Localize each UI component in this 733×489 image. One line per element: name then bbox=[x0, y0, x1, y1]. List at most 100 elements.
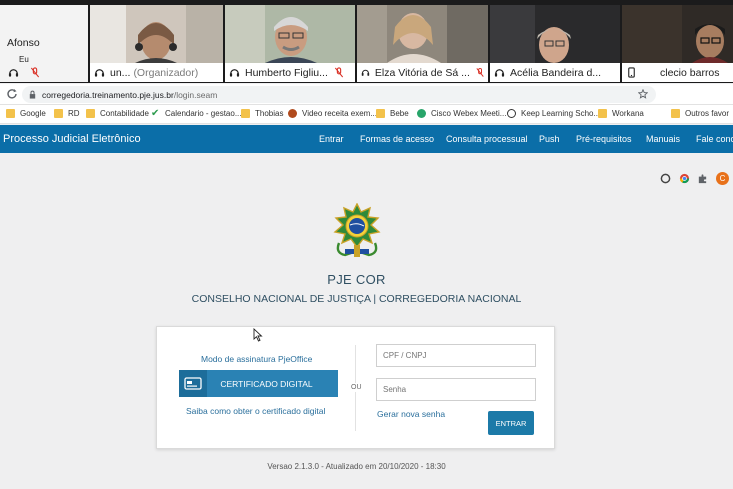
nav-pre-requisitos[interactable]: Pré-requisitos bbox=[576, 134, 632, 144]
digital-certificate-button[interactable]: CERTIFICADO DIGITAL bbox=[179, 370, 338, 397]
nav-fale-conosco[interactable]: Fale conos bbox=[696, 134, 733, 144]
bookmark-item[interactable]: Keep Learning Scho... bbox=[507, 109, 600, 118]
bookmark-label: Outros favor bbox=[685, 109, 730, 118]
bookmark-label: Video receita exem... bbox=[302, 109, 378, 118]
headset-icon bbox=[8, 69, 19, 77]
bookmarks-bar: Google RD Contabilidade ✔ Calendario - ge… bbox=[0, 105, 733, 124]
bookmark-item[interactable]: ✔ Calendario - gestao... bbox=[151, 108, 242, 119]
url-host: corregedoria.treinamento.pje.jus.br bbox=[42, 89, 174, 100]
bookmark-item[interactable]: Google bbox=[6, 109, 46, 118]
participant-tile-organizer[interactable]: un... (Organizador) bbox=[90, 5, 223, 82]
participant-namebar: Elza Vitória de Sá ... bbox=[357, 63, 488, 82]
login-button[interactable]: ENTRAR bbox=[488, 411, 534, 435]
url-path: /login.seam bbox=[173, 89, 218, 100]
headset-icon bbox=[229, 69, 240, 77]
reset-password-link[interactable]: Gerar nova senha bbox=[377, 409, 445, 419]
bookmark-item[interactable]: Video receita exem... bbox=[288, 109, 377, 118]
folder-icon bbox=[241, 109, 250, 118]
video-participants-strip: Afonso Eu un... (Organizador) Humberto F… bbox=[0, 0, 733, 83]
bookmark-item[interactable]: RD bbox=[54, 109, 80, 118]
version-info: Versao 2.1.3.0 - Atualizado em 20/10/202… bbox=[267, 462, 446, 471]
bookmark-label: Calendario - gestao... bbox=[165, 109, 242, 118]
participant-tile[interactable]: Acélia Bandeira d... bbox=[490, 5, 620, 82]
folder-icon bbox=[671, 109, 680, 118]
participant-name: clecio barros bbox=[660, 66, 720, 79]
certificate-help-link[interactable]: Saiba como obter o certificado digital bbox=[186, 406, 325, 416]
site-navbar: Processo Judicial Eletrônico Entrar Form… bbox=[0, 125, 733, 153]
nav-formas-de-acesso[interactable]: Formas de acesso bbox=[360, 134, 434, 144]
globe-icon bbox=[507, 109, 516, 118]
bookmark-label: Contabilidade bbox=[100, 109, 149, 118]
pjeoffice-link[interactable]: Modo de assinatura PjeOffice bbox=[201, 354, 312, 364]
reload-icon[interactable] bbox=[5, 87, 19, 101]
participant-video bbox=[357, 5, 488, 63]
bookmark-item[interactable]: Thobias bbox=[241, 109, 283, 118]
address-bar: corregedoria.treinamento.pje.jus.br/logi… bbox=[0, 84, 733, 185]
bookmark-star-icon[interactable] bbox=[638, 89, 648, 99]
self-label: Eu bbox=[19, 55, 29, 64]
page-subtitle: CONSELHO NACIONAL DE JUSTIÇA | CORREGEDO… bbox=[191, 293, 522, 305]
bookmark-label: Bebe bbox=[390, 109, 409, 118]
participant-tile[interactable]: Elza Vitória de Sá ... bbox=[357, 5, 488, 82]
cpf-cnpj-input[interactable] bbox=[376, 344, 536, 367]
headset-icon bbox=[94, 69, 105, 77]
webex-icon bbox=[417, 109, 426, 118]
bookmark-item[interactable]: Workana bbox=[598, 109, 644, 118]
card-icon bbox=[179, 370, 207, 397]
bookmark-label: Thobias bbox=[255, 109, 284, 118]
participant-namebar: un... (Organizador) bbox=[90, 63, 223, 82]
chrome-extension-icon[interactable] bbox=[679, 173, 690, 184]
participant-role: (Organizador) bbox=[133, 66, 199, 79]
digital-certificate-label: CERTIFICADO DIGITAL bbox=[220, 378, 313, 389]
url-field[interactable]: corregedoria.treinamento.pje.jus.br/logi… bbox=[22, 86, 656, 103]
video-site-icon bbox=[288, 109, 297, 118]
self-tile[interactable]: Afonso Eu bbox=[0, 5, 88, 82]
bookmark-item[interactable]: Contabilidade bbox=[86, 109, 149, 118]
participant-video bbox=[225, 5, 355, 63]
bookmark-label: Cisco Webex Meeti... bbox=[431, 109, 507, 118]
mouse-cursor-icon bbox=[253, 328, 263, 342]
participant-name: Humberto Figliu... bbox=[245, 66, 328, 79]
participant-namebar: Humberto Figliu... bbox=[225, 63, 355, 82]
participant-video bbox=[90, 5, 223, 63]
bookmark-item[interactable]: Outros favor bbox=[671, 109, 729, 118]
bookmark-label: Keep Learning Scho... bbox=[521, 109, 601, 118]
brazil-coat-of-arms-emblem bbox=[333, 203, 381, 257]
site-brand[interactable]: Processo Judicial Eletrônico bbox=[3, 133, 141, 145]
participant-name: Acélia Bandeira d... bbox=[510, 66, 602, 79]
lock-icon[interactable] bbox=[28, 90, 37, 99]
folder-icon bbox=[598, 109, 607, 118]
check-icon: ✔ bbox=[151, 108, 160, 119]
participant-name: Elza Vitória de Sá ... bbox=[374, 66, 470, 79]
extension-icon[interactable] bbox=[660, 173, 671, 184]
puzzle-icon[interactable] bbox=[697, 173, 708, 184]
profile-avatar[interactable]: C bbox=[716, 172, 729, 185]
bookmark-label: Workana bbox=[612, 109, 644, 118]
nav-consulta-processual[interactable]: Consulta processual bbox=[446, 134, 528, 144]
folder-icon bbox=[54, 109, 63, 118]
mic-muted-icon[interactable] bbox=[30, 67, 40, 78]
nav-push[interactable]: Push bbox=[539, 134, 560, 144]
folder-icon bbox=[6, 109, 15, 118]
participant-tile[interactable]: clecio barros bbox=[622, 5, 733, 82]
bookmark-label: Google bbox=[20, 109, 46, 118]
bookmark-item[interactable]: Bebe bbox=[376, 109, 409, 118]
password-input[interactable] bbox=[376, 378, 536, 401]
folder-icon bbox=[376, 109, 385, 118]
headset-icon bbox=[361, 69, 370, 76]
page-title: PJE COR bbox=[327, 272, 386, 287]
nav-entrar[interactable]: Entrar bbox=[319, 134, 344, 144]
mic-muted-icon bbox=[476, 67, 484, 77]
bookmark-item[interactable]: Cisco Webex Meeti... bbox=[417, 109, 506, 118]
nav-manuais[interactable]: Manuais bbox=[646, 134, 680, 144]
headset-icon bbox=[494, 69, 505, 77]
login-card: Modo de assinatura PjeOffice CERTIFICADO… bbox=[156, 326, 555, 449]
participant-namebar: Acélia Bandeira d... bbox=[490, 63, 620, 82]
self-name: Afonso bbox=[7, 37, 40, 49]
participant-tile[interactable]: Humberto Figliu... bbox=[225, 5, 355, 82]
phone-icon bbox=[628, 67, 635, 78]
bookmark-label: RD bbox=[68, 109, 80, 118]
mic-muted-icon bbox=[334, 67, 343, 78]
participant-video bbox=[490, 5, 620, 63]
participant-namebar: clecio barros bbox=[622, 63, 733, 82]
